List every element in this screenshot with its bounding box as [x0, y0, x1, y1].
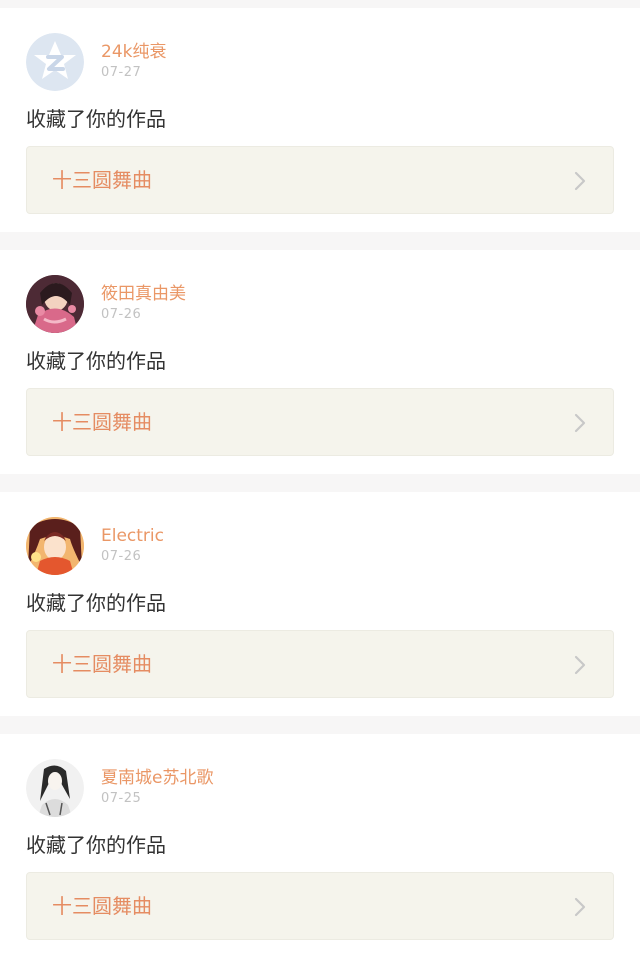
notification-card: 筱田真由美 07-26 收藏了你的作品 十三圆舞曲 — [0, 250, 640, 474]
user-avatar-icon[interactable] — [26, 517, 84, 575]
work-link-card[interactable]: 十三圆舞曲 — [26, 146, 614, 214]
chevron-right-icon — [573, 171, 587, 191]
user-avatar-icon[interactable] — [26, 759, 84, 817]
action-text: 收藏了你的作品 — [26, 833, 166, 857]
timestamp: 07-27 — [101, 65, 142, 80]
work-title: 十三圆舞曲 — [52, 168, 152, 192]
notification-card: 夏南城e苏北歌 07-25 收藏了你的作品 十三圆舞曲 — [0, 734, 640, 958]
work-link-card[interactable]: 十三圆舞曲 — [26, 388, 614, 456]
action-text: 收藏了你的作品 — [26, 349, 166, 373]
username-link[interactable]: 24k纯衰 — [101, 42, 166, 62]
work-link-card[interactable]: 十三圆舞曲 — [26, 630, 614, 698]
action-text: 收藏了你的作品 — [26, 107, 166, 131]
notification-feed: 24k纯衰 07-27 收藏了你的作品 十三圆舞曲 筱田真由美 07-26 收藏… — [0, 0, 640, 958]
username-link[interactable]: 夏南城e苏北歌 — [101, 768, 213, 788]
chevron-right-icon — [573, 655, 587, 675]
timestamp: 07-25 — [101, 791, 142, 806]
work-link-card[interactable]: 十三圆舞曲 — [26, 872, 614, 940]
timestamp: 07-26 — [101, 307, 142, 322]
action-text: 收藏了你的作品 — [26, 591, 166, 615]
notification-card: Electric 07-26 收藏了你的作品 十三圆舞曲 — [0, 492, 640, 716]
chevron-right-icon — [573, 413, 587, 433]
timestamp: 07-26 — [101, 549, 142, 564]
notification-card: 24k纯衰 07-27 收藏了你的作品 十三圆舞曲 — [0, 8, 640, 232]
work-title: 十三圆舞曲 — [52, 410, 152, 434]
username-link[interactable]: 筱田真由美 — [101, 284, 186, 304]
user-avatar-icon[interactable] — [26, 275, 84, 333]
work-title: 十三圆舞曲 — [52, 894, 152, 918]
username-link[interactable]: Electric — [101, 526, 164, 546]
default-avatar-icon[interactable] — [26, 33, 84, 91]
work-title: 十三圆舞曲 — [52, 652, 152, 676]
chevron-right-icon — [573, 897, 587, 917]
